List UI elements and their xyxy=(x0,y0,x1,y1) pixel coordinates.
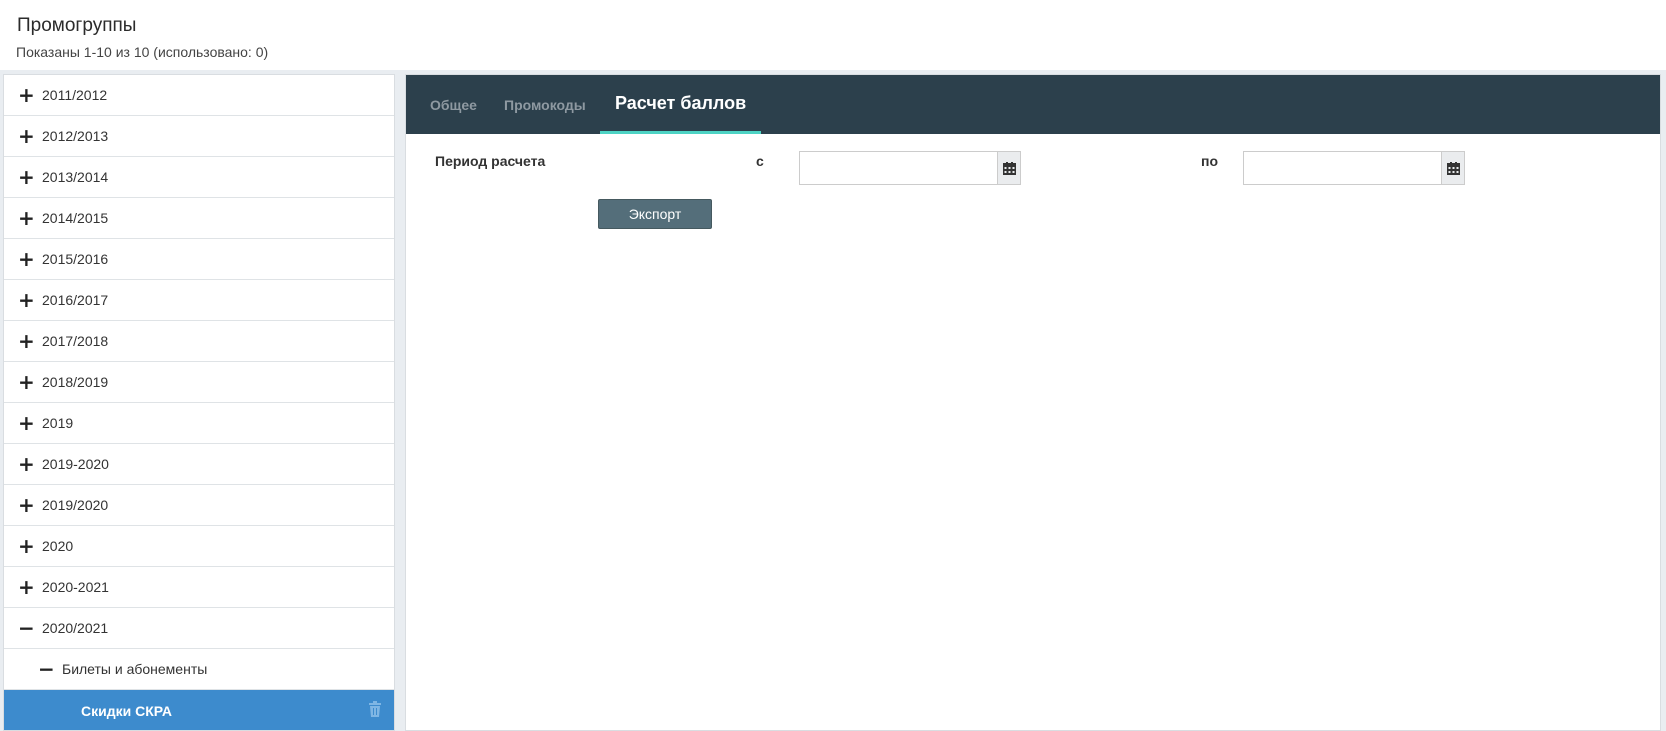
calendar-glyph xyxy=(1446,161,1460,175)
tree-item-label: 2019/2020 xyxy=(42,497,109,513)
export-button[interactable]: Экспорт xyxy=(598,199,712,229)
page-title: Промогруппы xyxy=(17,15,137,36)
tree-item-label: 2019-2020 xyxy=(42,456,109,472)
date-from-field xyxy=(799,151,1021,185)
expand-icon[interactable]: + xyxy=(18,372,35,392)
calendar-icon[interactable] xyxy=(1441,152,1464,184)
date-to-field xyxy=(1243,151,1465,185)
tree-item-2011-2012[interactable]: + 2011/2012 xyxy=(4,75,394,116)
tree-item-label: 2020 xyxy=(42,538,74,554)
expand-icon[interactable]: + xyxy=(18,454,35,474)
tree-item-2020-2021-dash[interactable]: + 2020-2021 xyxy=(4,567,394,608)
promo-group-tree: + 2011/2012 + 2012/2013 + 2013/2014 + 20… xyxy=(3,74,395,731)
tree-item-label: 2020/2021 xyxy=(42,620,109,636)
date-from-input[interactable] xyxy=(800,152,997,184)
tree-item-2014-2015[interactable]: + 2014/2015 xyxy=(4,198,394,239)
to-label: по xyxy=(1201,153,1219,169)
collapse-icon[interactable]: − xyxy=(38,659,55,679)
expand-icon[interactable]: + xyxy=(18,413,35,433)
tree-item-label: 2015/2016 xyxy=(42,251,109,267)
tree-item-label: 2020-2021 xyxy=(42,579,109,595)
collapse-icon[interactable]: − xyxy=(18,618,35,638)
expand-icon[interactable]: + xyxy=(18,577,35,597)
tree-item-2020-2021[interactable]: − 2020/2021 xyxy=(4,608,394,649)
tree-item-label: 2013/2014 xyxy=(42,169,109,185)
expand-icon[interactable]: + xyxy=(18,536,35,556)
expand-icon[interactable]: + xyxy=(18,167,35,187)
tab-promocodes[interactable]: Промокоды xyxy=(504,75,586,134)
period-label: Период расчета xyxy=(435,153,546,169)
tree-item-2019-2020[interactable]: + 2019/2020 xyxy=(4,485,394,526)
tree-item-label: 2016/2017 xyxy=(42,292,109,308)
tree-item-label: Скидки СКРА xyxy=(81,702,172,719)
results-count: Показаны 1-10 из 10 (использовано: 0) xyxy=(16,44,269,60)
details-panel: Общее Промокоды Расчет баллов Период рас… xyxy=(405,74,1661,731)
tree-item-label: 2018/2019 xyxy=(42,374,109,390)
tree-item-label: 2019 xyxy=(42,415,74,431)
tab-general[interactable]: Общее xyxy=(430,75,477,134)
calendar-glyph xyxy=(1002,161,1016,175)
date-to-input[interactable] xyxy=(1244,152,1441,184)
expand-icon[interactable]: + xyxy=(18,249,35,269)
tree-item-label: Билеты и абонементы xyxy=(62,661,208,677)
tree-item-2020[interactable]: + 2020 xyxy=(4,526,394,567)
expand-icon[interactable]: + xyxy=(18,126,35,146)
tree-item-tickets-subscriptions[interactable]: − Билеты и абонементы xyxy=(4,649,394,690)
tab-bar: Общее Промокоды Расчет баллов xyxy=(406,75,1660,134)
tree-item-label: 2011/2012 xyxy=(42,87,108,103)
tree-item-skra-discounts[interactable]: Скидки СКРА xyxy=(4,690,394,730)
tree-item-2019[interactable]: + 2019 xyxy=(4,403,394,444)
expand-icon[interactable]: + xyxy=(18,331,35,351)
from-label: с xyxy=(756,153,764,169)
tree-item-2017-2018[interactable]: + 2017/2018 xyxy=(4,321,394,362)
tree-item-label: 2014/2015 xyxy=(42,210,109,226)
tree-item-label: 2017/2018 xyxy=(42,333,109,349)
expand-icon[interactable]: + xyxy=(18,85,35,105)
tree-item-2013-2014[interactable]: + 2013/2014 xyxy=(4,157,394,198)
tree-item-2018-2019[interactable]: + 2018/2019 xyxy=(4,362,394,403)
tab-points-calculation[interactable]: Расчет баллов xyxy=(600,75,762,134)
expand-icon[interactable]: + xyxy=(18,208,35,228)
trash-icon[interactable] xyxy=(368,701,382,717)
tree-item-2019-2020-dash[interactable]: + 2019-2020 xyxy=(4,444,394,485)
expand-icon[interactable]: + xyxy=(18,495,35,515)
tree-item-2012-2013[interactable]: + 2012/2013 xyxy=(4,116,394,157)
tree-item-2015-2016[interactable]: + 2015/2016 xyxy=(4,239,394,280)
page-header: Промогруппы Показаны 1-10 из 10 (использ… xyxy=(0,0,1666,70)
tree-item-label: 2012/2013 xyxy=(42,128,109,144)
expand-icon[interactable]: + xyxy=(18,290,35,310)
calendar-icon[interactable] xyxy=(997,152,1020,184)
tree-item-2016-2017[interactable]: + 2016/2017 xyxy=(4,280,394,321)
